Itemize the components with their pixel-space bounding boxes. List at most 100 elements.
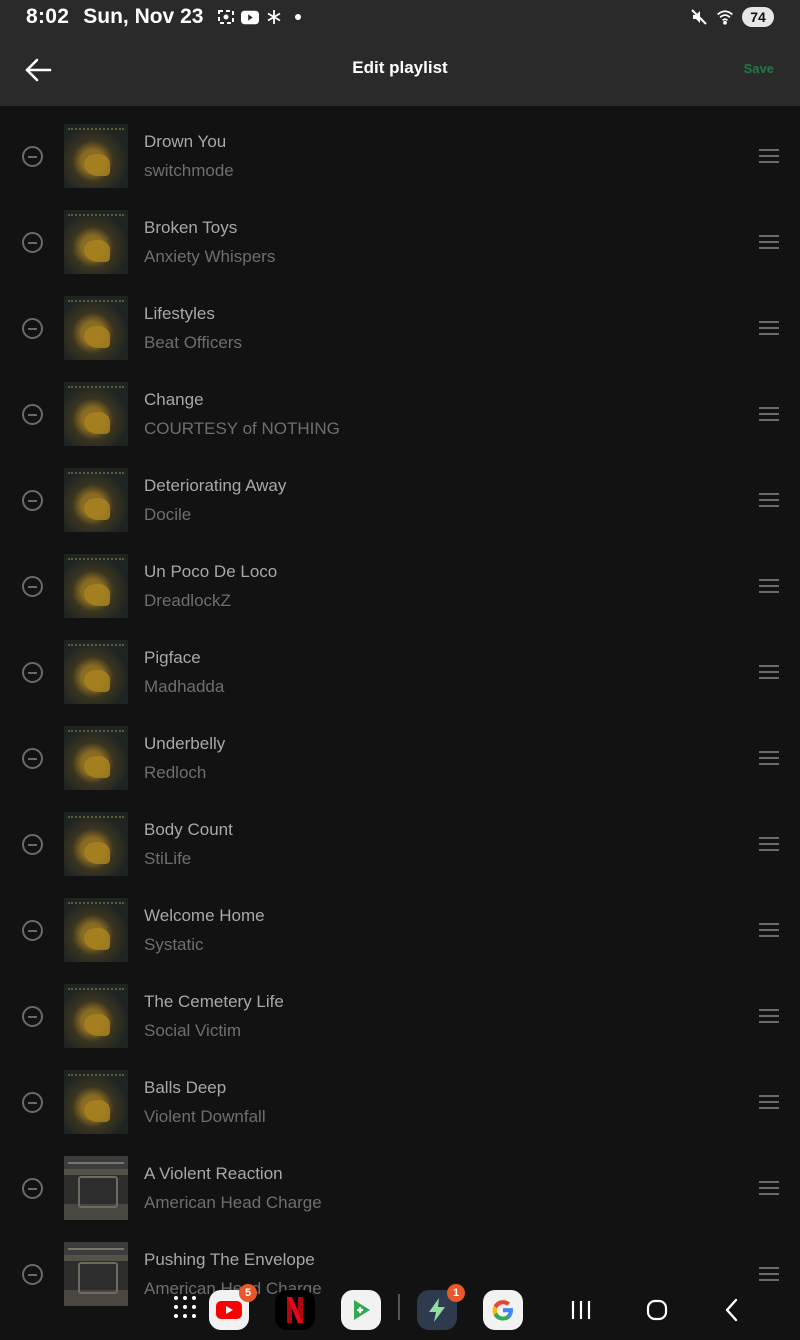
track-artist: Violent Downfall bbox=[144, 1107, 266, 1126]
track-title: Drown You bbox=[144, 132, 227, 151]
drag-handle-icon[interactable] bbox=[759, 579, 779, 593]
youtube-app-icon[interactable]: 5 bbox=[209, 1284, 257, 1330]
remove-track-button[interactable] bbox=[22, 1006, 43, 1027]
back-icon bbox=[725, 1298, 738, 1322]
track-row[interactable]: Body Count StiLife bbox=[0, 794, 800, 880]
remove-track-button[interactable] bbox=[22, 748, 43, 769]
track-artist: Social Victim bbox=[144, 1021, 241, 1040]
track-title: Lifestyles bbox=[144, 304, 215, 323]
track-row[interactable]: Underbelly Redloch bbox=[0, 708, 800, 794]
battery-icon: 74 bbox=[742, 7, 774, 27]
drag-handle-icon[interactable] bbox=[759, 321, 779, 335]
status-time: 8:02 bbox=[26, 5, 70, 28]
remove-track-button[interactable] bbox=[22, 1264, 43, 1285]
power-app-icon[interactable]: 1 bbox=[417, 1284, 465, 1330]
track-artist: switchmode bbox=[144, 161, 234, 180]
track-title: Pigface bbox=[144, 648, 201, 667]
track-row[interactable]: Welcome Home Systatic bbox=[0, 880, 800, 966]
track-row[interactable]: Drown You switchmode bbox=[0, 106, 800, 192]
recents-icon bbox=[571, 1301, 591, 1319]
remove-track-button[interactable] bbox=[22, 920, 43, 941]
remove-track-button[interactable] bbox=[22, 232, 43, 253]
snowflake-icon bbox=[265, 9, 283, 25]
drag-handle-icon[interactable] bbox=[759, 407, 779, 421]
track-row[interactable]: Broken Toys Anxiety Whispers bbox=[0, 192, 800, 278]
screenshot-icon bbox=[217, 9, 235, 25]
save-button[interactable]: Save bbox=[744, 61, 774, 76]
google-app-icon[interactable] bbox=[483, 1290, 523, 1330]
track-artist: Systatic bbox=[144, 935, 204, 954]
drag-handle-icon[interactable] bbox=[759, 1095, 779, 1109]
track-artist: DreadlockZ bbox=[144, 591, 231, 610]
app-header: Edit playlist Save bbox=[0, 34, 800, 106]
apps-grid-icon[interactable] bbox=[174, 1296, 200, 1322]
track-row[interactable]: The Cemetery Life Social Victim bbox=[0, 966, 800, 1052]
status-bar: 8:02 Sun, Nov 23 74 bbox=[0, 0, 800, 34]
track-row[interactable]: Deteriorating Away Docile bbox=[0, 450, 800, 536]
remove-track-button[interactable] bbox=[22, 576, 43, 597]
remove-track-button[interactable] bbox=[22, 490, 43, 511]
track-title: The Cemetery Life bbox=[144, 992, 284, 1011]
netflix-app-icon[interactable] bbox=[275, 1290, 315, 1330]
drag-handle-icon[interactable] bbox=[759, 1181, 779, 1195]
drag-handle-icon[interactable] bbox=[759, 1009, 779, 1023]
google-g-icon bbox=[492, 1300, 513, 1321]
track-artist: Beat Officers bbox=[144, 333, 242, 352]
remove-track-button[interactable] bbox=[22, 1092, 43, 1113]
track-artist: StiLife bbox=[144, 849, 192, 868]
status-date: Sun, Nov 23 bbox=[83, 5, 204, 28]
album-cover bbox=[64, 124, 128, 188]
drag-handle-icon[interactable] bbox=[759, 923, 779, 937]
track-artist: Docile bbox=[144, 505, 192, 524]
track-title: Balls Deep bbox=[144, 1078, 227, 1097]
track-row[interactable]: Pigface Madhadda bbox=[0, 622, 800, 708]
drag-handle-icon[interactable] bbox=[759, 493, 779, 507]
home-icon bbox=[646, 1299, 668, 1321]
track-artist: COURTESY of NOTHING bbox=[144, 419, 340, 438]
netflix-logo-icon bbox=[287, 1297, 303, 1323]
youtube-logo-icon bbox=[216, 1301, 242, 1319]
mute-icon bbox=[690, 9, 708, 25]
album-cover bbox=[64, 468, 128, 532]
track-row[interactable]: Un Poco De Loco DreadlockZ bbox=[0, 536, 800, 622]
nav-back-button[interactable] bbox=[718, 1296, 746, 1324]
track-artist: Anxiety Whispers bbox=[144, 247, 276, 266]
remove-track-button[interactable] bbox=[22, 662, 43, 683]
album-cover bbox=[64, 1156, 128, 1220]
track-row[interactable]: Change COURTESY of NOTHING bbox=[0, 364, 800, 450]
track-row[interactable]: A Violent Reaction American Head Charge bbox=[0, 1138, 800, 1224]
track-title: Broken Toys bbox=[144, 218, 238, 237]
album-cover bbox=[64, 812, 128, 876]
remove-track-button[interactable] bbox=[22, 834, 43, 855]
album-cover bbox=[64, 554, 128, 618]
screen: 8:02 Sun, Nov 23 74 Edit playlist Save D… bbox=[0, 0, 800, 1340]
recents-button[interactable] bbox=[567, 1296, 595, 1324]
track-title: Body Count bbox=[144, 820, 233, 839]
remove-track-button[interactable] bbox=[22, 146, 43, 167]
drag-handle-icon[interactable] bbox=[759, 837, 779, 851]
drag-handle-icon[interactable] bbox=[759, 149, 779, 163]
power-app-badge: 1 bbox=[447, 1284, 465, 1302]
track-row[interactable]: Balls Deep Violent Downfall bbox=[0, 1052, 800, 1138]
remove-track-button[interactable] bbox=[22, 318, 43, 339]
drag-handle-icon[interactable] bbox=[759, 665, 779, 679]
track-title: Deteriorating Away bbox=[144, 476, 287, 495]
wifi-icon bbox=[716, 9, 734, 25]
remove-track-button[interactable] bbox=[22, 404, 43, 425]
google-play-games-app-icon[interactable] bbox=[341, 1290, 381, 1330]
remove-track-button[interactable] bbox=[22, 1178, 43, 1199]
album-cover bbox=[64, 726, 128, 790]
track-row[interactable]: Lifestyles Beat Officers bbox=[0, 278, 800, 364]
drag-handle-icon[interactable] bbox=[759, 235, 779, 249]
drag-handle-icon[interactable] bbox=[759, 751, 779, 765]
notification-icons bbox=[217, 9, 302, 25]
album-cover bbox=[64, 1242, 128, 1306]
youtube-badge: 5 bbox=[239, 1284, 257, 1302]
album-cover bbox=[64, 640, 128, 704]
home-button[interactable] bbox=[643, 1296, 671, 1324]
track-title: Pushing The Envelope bbox=[144, 1250, 315, 1269]
album-cover bbox=[64, 1070, 128, 1134]
track-title: Welcome Home bbox=[144, 906, 265, 925]
album-cover bbox=[64, 210, 128, 274]
play-games-icon bbox=[354, 1300, 370, 1320]
